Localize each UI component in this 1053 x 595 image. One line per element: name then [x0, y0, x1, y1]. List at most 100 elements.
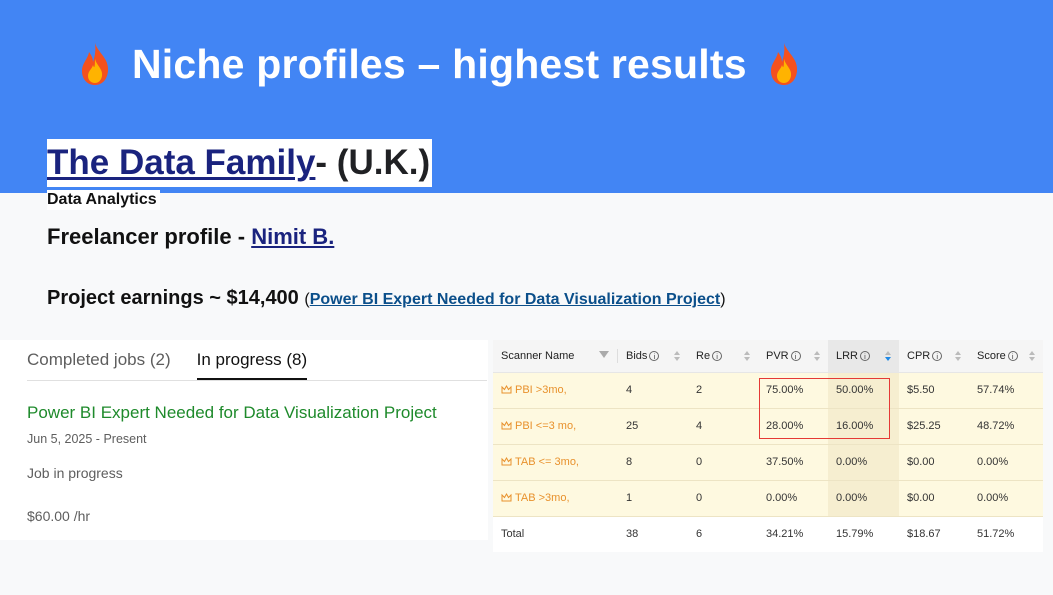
fire-icon — [770, 43, 797, 85]
lrr-cell: 16.00% — [828, 408, 899, 445]
scanner-name: PBI >3mo, — [515, 384, 567, 396]
col-cpr[interactable]: CPR i — [899, 340, 969, 373]
cpr-cell: $0.00 — [899, 480, 969, 517]
scanner-name-cell[interactable]: PBI <=3 mo, — [493, 408, 618, 445]
scanner-name: TAB <= 3mo, — [515, 456, 579, 468]
col-bids[interactable]: Bids i — [618, 340, 688, 373]
crown-icon — [501, 457, 512, 466]
cpr-cell: $18.67 — [899, 516, 969, 552]
sort-icon[interactable] — [674, 351, 680, 361]
slide-title: Niche profiles – highest results — [132, 40, 747, 87]
scanner-table-panel: Scanner Name Bids i Re i PVR i LRR i CPR i Sc… — [493, 340, 1043, 552]
scanner-name: TAB >3mo, — [515, 492, 570, 504]
job-title-link[interactable]: Power BI Expert Needed for Data Visualiz… — [27, 403, 437, 423]
col-re[interactable]: Re i — [688, 340, 758, 373]
header-label: Re — [696, 349, 711, 362]
cpr-cell: $25.25 — [899, 408, 969, 445]
col-score[interactable]: Score i — [969, 340, 1043, 373]
header-label: PVR — [766, 349, 789, 362]
bids-cell: 4 — [618, 372, 688, 409]
col-pvr[interactable]: PVR i — [758, 340, 828, 373]
score-cell: 48.72% — [969, 408, 1043, 445]
fire-icon — [82, 43, 109, 85]
project-link[interactable]: Power BI Expert Needed for Data Visualiz… — [310, 291, 720, 308]
freelancer-link[interactable]: Nimit B. — [251, 224, 334, 249]
table-row[interactable]: TAB >3mo, 1 0 0.00% 0.00% $0.00 0.00% — [493, 480, 1043, 517]
table-row[interactable]: PBI <=3 mo, 25 4 28.00% 16.00% $25.25 48… — [493, 408, 1043, 445]
col-scanner-name[interactable]: Scanner Name — [493, 340, 618, 373]
score-cell: 51.72% — [969, 516, 1043, 552]
re-cell: 4 — [688, 408, 758, 445]
bids-cell: 38 — [618, 516, 688, 552]
lrr-cell: 15.79% — [828, 516, 899, 552]
tab-completed-jobs[interactable]: Completed jobs (2) — [27, 350, 171, 381]
bids-cell: 1 — [618, 480, 688, 517]
pvr-cell: 37.50% — [758, 444, 828, 481]
info-icon[interactable]: i — [932, 350, 943, 361]
lrr-cell: 0.00% — [828, 444, 899, 481]
total-label: Total — [493, 516, 618, 552]
jobs-tabs: Completed jobs (2) In progress (8) — [27, 350, 308, 381]
scanner-table: Scanner Name Bids i Re i PVR i LRR i CPR i Sc… — [493, 340, 1043, 552]
cpr-cell: $0.00 — [899, 444, 969, 481]
lrr-cell: 50.00% — [828, 372, 899, 409]
cpr-cell: $5.50 — [899, 372, 969, 409]
paren-close: ) — [720, 291, 726, 308]
job-status: Job in progress — [27, 465, 123, 481]
tabs-divider — [27, 380, 487, 381]
lrr-cell: 0.00% — [828, 480, 899, 517]
info-icon[interactable]: i — [860, 350, 871, 361]
sort-icon[interactable] — [814, 351, 820, 361]
info-icon[interactable]: i — [649, 350, 660, 361]
filter-icon[interactable] — [599, 351, 609, 358]
job-date: Jun 5, 2025 - Present — [27, 432, 147, 446]
sort-desc-icon[interactable] — [885, 351, 891, 361]
crown-icon — [501, 421, 512, 430]
score-cell: 0.00% — [969, 444, 1043, 481]
scanner-name-cell[interactable]: TAB >3mo, — [493, 480, 618, 517]
earnings-line: Project earnings ~ $14,400 (Power BI Exp… — [47, 287, 726, 310]
tab-in-progress[interactable]: In progress (8) — [196, 350, 308, 381]
table-row[interactable]: PBI >3mo, 4 2 75.00% 50.00% $5.50 57.74% — [493, 372, 1043, 409]
info-icon[interactable]: i — [790, 350, 801, 361]
agency-link[interactable]: The Data Family — [47, 143, 315, 183]
score-cell: 57.74% — [969, 372, 1043, 409]
agency-region: - (U.K.) — [315, 143, 431, 182]
header-label: Score — [977, 349, 1006, 362]
pvr-cell: 75.00% — [758, 372, 828, 409]
header-label: LRR — [836, 349, 859, 362]
header-label: CPR — [907, 349, 931, 362]
scanner-name: PBI <=3 mo, — [515, 420, 577, 432]
re-cell: 0 — [688, 480, 758, 517]
info-icon[interactable]: i — [1007, 350, 1018, 361]
scanner-name-cell[interactable]: PBI >3mo, — [493, 372, 618, 409]
scanner-name-cell[interactable]: TAB <= 3mo, — [493, 444, 618, 481]
crown-icon — [501, 493, 512, 502]
earnings-label: Project earnings ~ $14,400 — [47, 287, 305, 309]
freelancer-label: Freelancer profile - — [47, 224, 252, 249]
pvr-cell: 0.00% — [758, 480, 828, 517]
table-row[interactable]: TAB <= 3mo, 8 0 37.50% 0.00% $0.00 0.00% — [493, 444, 1043, 481]
header-label: Bids — [626, 349, 648, 362]
jobs-panel: Completed jobs (2) In progress (8) Power… — [0, 340, 488, 540]
col-lrr[interactable]: LRR i — [828, 340, 899, 373]
re-cell: 2 — [688, 372, 758, 409]
pvr-cell: 34.21% — [758, 516, 828, 552]
agency-tag: Data Analytics — [47, 190, 160, 210]
sort-icon[interactable] — [1029, 351, 1035, 361]
total-row: Total 38 6 34.21% 15.79% $18.67 51.72% — [493, 516, 1043, 552]
bids-cell: 8 — [618, 444, 688, 481]
freelancer-line: Freelancer profile - Nimit B. — [47, 224, 334, 250]
info-icon[interactable]: i — [712, 350, 723, 361]
bids-cell: 25 — [618, 408, 688, 445]
agency-heading: The Data Family - (U.K.) — [47, 139, 433, 187]
re-cell: 6 — [688, 516, 758, 552]
headline: Niche profiles – highest results — [76, 38, 803, 90]
sort-icon[interactable] — [744, 351, 750, 361]
sort-icon[interactable] — [955, 351, 961, 361]
pvr-cell: 28.00% — [758, 408, 828, 445]
re-cell: 0 — [688, 444, 758, 481]
crown-icon — [501, 385, 512, 394]
score-cell: 0.00% — [969, 480, 1043, 517]
header-label: Scanner Name — [501, 349, 575, 362]
